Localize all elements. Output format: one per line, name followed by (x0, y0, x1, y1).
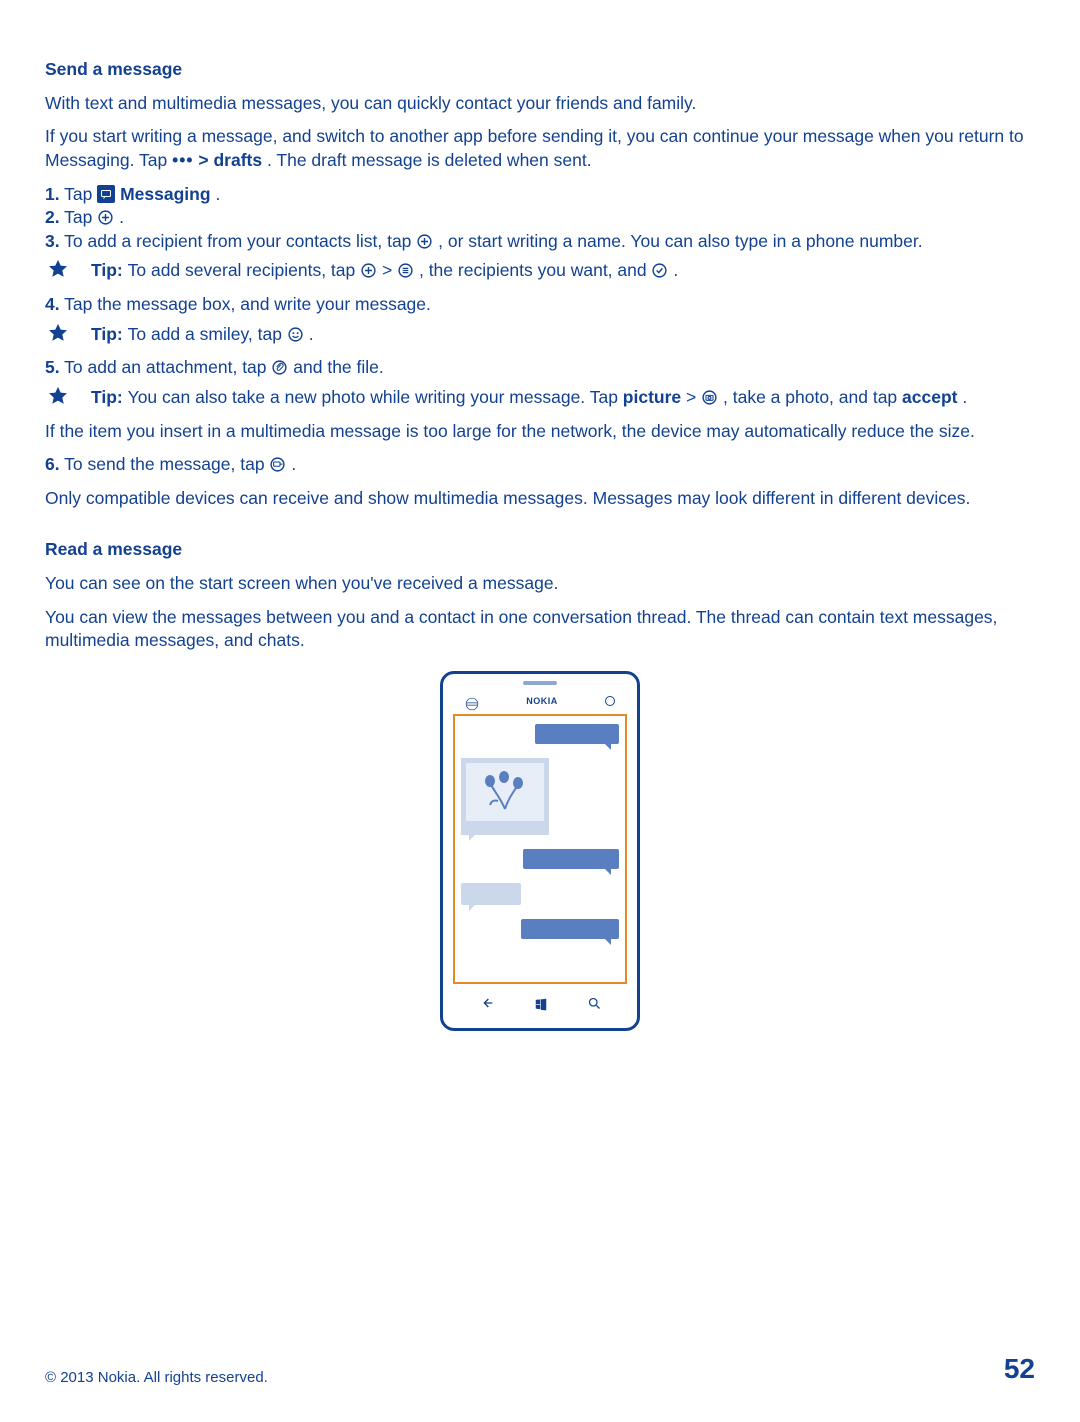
step-number: 3. (45, 231, 60, 251)
check-circle-icon (651, 262, 668, 279)
text: Tap (64, 207, 97, 227)
text: > (686, 387, 701, 407)
step-4: 4. Tap the message box, and write your m… (45, 293, 1035, 317)
step-number: 2. (45, 207, 60, 227)
step-2: 2. Tap . (45, 206, 1035, 230)
picture-label: picture (623, 387, 681, 407)
heading-read-a-message: Read a message (45, 538, 1035, 562)
messaging-label: Messaging (120, 184, 210, 204)
tip-3: Tip: You can also take a new photo while… (45, 386, 1035, 410)
list-circle-icon (397, 262, 414, 279)
tip-1: Tip: To add several recipients, tap > , … (45, 259, 1035, 283)
text: . (673, 260, 678, 280)
text: . The draft message is deleted when sent… (267, 150, 592, 170)
text: To add a recipient from your contacts li… (64, 231, 416, 251)
text: > (198, 150, 213, 170)
drafts-label: drafts (213, 150, 262, 170)
accept-label: accept (902, 387, 957, 407)
text: To add an attachment, tap (64, 357, 271, 377)
messaging-tile-icon (97, 185, 115, 203)
phone-screen (453, 714, 627, 984)
text: . (309, 324, 314, 344)
smiley-icon (287, 326, 304, 343)
message-bubble-sent (521, 919, 619, 939)
tip-label: Tip: (91, 387, 128, 407)
text: Tap (64, 184, 97, 204)
text: . (119, 207, 124, 227)
text: You can also take a new photo while writ… (128, 387, 623, 407)
page-number: 52 (1004, 1350, 1035, 1388)
plus-circle-icon (416, 233, 433, 250)
intro-paragraph: With text and multimedia messages, you c… (45, 92, 1035, 116)
step-number: 1. (45, 184, 60, 204)
plus-circle-icon (97, 209, 114, 226)
message-bubble-received (461, 883, 521, 905)
plus-circle-icon (360, 262, 377, 279)
copyright: © 2013 Nokia. All rights reserved. (45, 1368, 268, 1388)
star-icon (47, 322, 69, 344)
flower-icon (480, 769, 530, 815)
step-6: 6. To send the message, tap . (45, 453, 1035, 477)
text: , or start writing a name. You can also … (438, 231, 922, 251)
heading-send-a-message: Send a message (45, 58, 1035, 82)
toolarge-paragraph: If the item you insert in a multimedia m… (45, 420, 1035, 444)
step-3: 3. To add a recipient from your contacts… (45, 230, 1035, 254)
att-logo-icon (465, 694, 479, 708)
message-bubble-sent (523, 849, 619, 869)
text: . (962, 387, 967, 407)
tip-label: Tip: (91, 260, 128, 280)
tip-label: Tip: (91, 324, 128, 344)
send-circle-icon (269, 456, 286, 473)
step-1: 1. Tap Messaging . (45, 183, 1035, 207)
text: To send the message, tap (64, 454, 269, 474)
attach-circle-icon (271, 359, 288, 376)
text: , the recipients you want, and (419, 260, 652, 280)
step-number: 5. (45, 357, 60, 377)
camera-lens-icon (605, 696, 615, 706)
step-5: 5. To add an attachment, tap and the fil… (45, 356, 1035, 380)
more-icon: ••• (172, 150, 193, 170)
text: Tap the message box, and write your mess… (64, 294, 431, 314)
read-p2: You can view the messages between you an… (45, 606, 1035, 653)
nokia-logo: NOKIA (526, 695, 558, 707)
back-icon (479, 994, 495, 1018)
message-bubble-sent (535, 724, 619, 744)
compat-paragraph: Only compatible devices can receive and … (45, 487, 1035, 511)
step-number: 6. (45, 454, 60, 474)
text: . (215, 184, 220, 204)
star-icon (47, 258, 69, 280)
phone-illustration: NOKIA (45, 671, 1035, 1031)
text: To add several recipients, tap (128, 260, 361, 280)
message-bubble-photo (461, 758, 549, 835)
text: > (382, 260, 397, 280)
tip-2: Tip: To add a smiley, tap . (45, 323, 1035, 347)
windows-icon (534, 994, 548, 1018)
text: , take a photo, and tap (723, 387, 902, 407)
search-icon (587, 994, 602, 1018)
draft-paragraph: If you start writing a message, and swit… (45, 125, 1035, 172)
text: and the file. (293, 357, 383, 377)
camera-circle-icon (701, 389, 718, 406)
read-p1: You can see on the start screen when you… (45, 572, 1035, 596)
text: . (291, 454, 296, 474)
star-icon (47, 385, 69, 407)
text: To add a smiley, tap (128, 324, 287, 344)
step-number: 4. (45, 294, 60, 314)
